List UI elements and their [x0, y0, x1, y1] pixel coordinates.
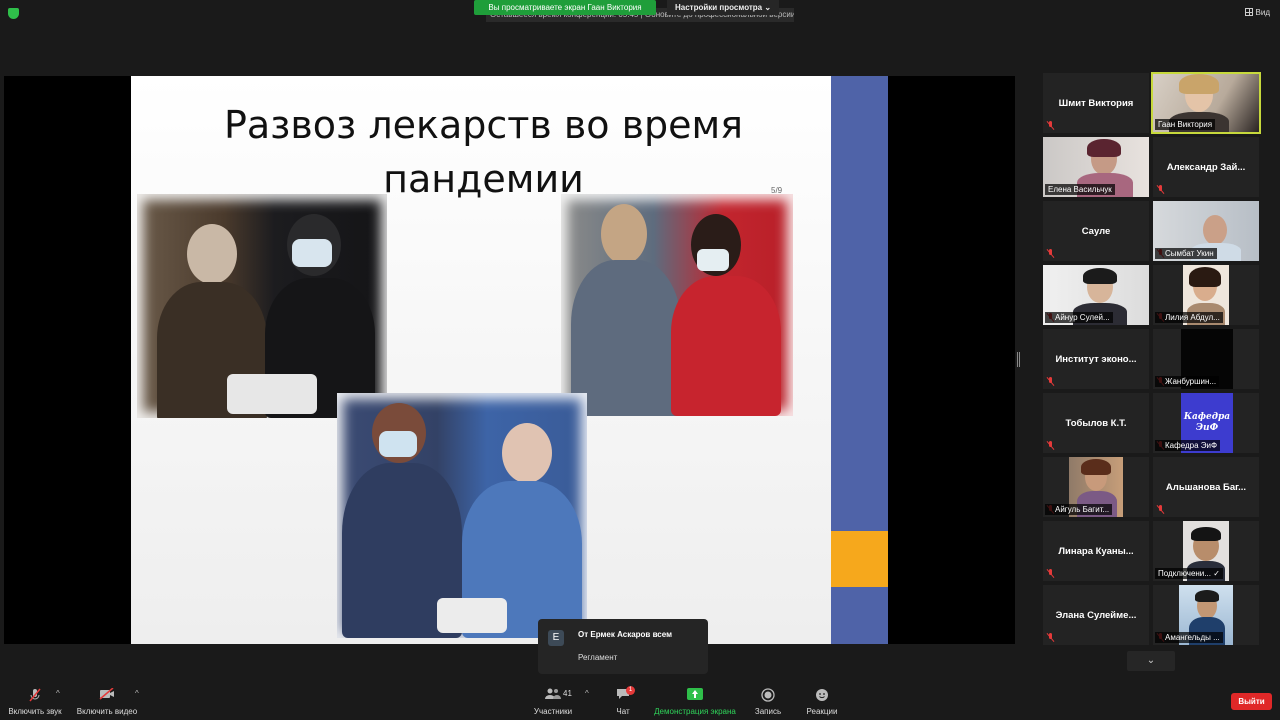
- slide-photo-elderly-woman: [337, 393, 587, 638]
- participants-options-caret[interactable]: ^: [585, 689, 589, 698]
- participant-tile[interactable]: Амангельды ...: [1153, 585, 1259, 645]
- chat-sender: От Ермек Аскаров всем: [578, 630, 672, 639]
- participant-tile[interactable]: Айнур Сулей...: [1043, 265, 1149, 325]
- chat-notification[interactable]: Е От Ермек Аскаров всем Регламент: [538, 619, 708, 674]
- video-options-caret[interactable]: ^: [135, 689, 139, 698]
- participant-name: Кафедра ЭиФ: [1155, 440, 1221, 451]
- mic-off-icon: [1157, 185, 1164, 194]
- slide-title: Развоз лекарств во время пандемии: [223, 103, 743, 201]
- mic-off-icon: [1047, 569, 1054, 578]
- participant-tile[interactable]: Айгуль Багит...: [1043, 457, 1149, 517]
- participant-name: Элана Сулейме...: [1055, 609, 1137, 621]
- mic-off-icon: [1047, 441, 1054, 450]
- participant-name: Институт эконо...: [1055, 353, 1137, 365]
- chat-unread-badge: 1: [626, 686, 635, 695]
- participant-tile[interactable]: Институт эконо...: [1043, 329, 1149, 389]
- participant-tile[interactable]: Шмит Виктория: [1043, 73, 1149, 133]
- participant-tile[interactable]: Альшанова Баг...: [1153, 457, 1259, 517]
- mic-off-icon: [29, 688, 41, 702]
- department-logo-text: Кафедра ЭиФ: [1183, 412, 1231, 433]
- participant-name: Тобылов К.Т.: [1065, 417, 1127, 429]
- participant-name: Подключени... ✓: [1155, 568, 1223, 579]
- participants-icon: [545, 688, 561, 699]
- sender-avatar: Е: [548, 630, 564, 646]
- participant-name: Линара Куаны...: [1058, 545, 1134, 557]
- slide-photo-elderly-man: [137, 194, 387, 418]
- presentation-slide: Развоз лекарств во время пандемии 5/9: [131, 76, 831, 644]
- participant-name: Амангельды ...: [1155, 632, 1223, 643]
- view-settings-menu[interactable]: Настройки просмотра ⌄: [667, 0, 780, 15]
- participant-tile[interactable]: Тобылов К.Т.: [1043, 393, 1149, 453]
- grid-view-icon: [1244, 8, 1253, 16]
- mic-off-icon: [1047, 377, 1054, 386]
- view-button[interactable]: Вид: [1244, 8, 1270, 17]
- participants-label: Участники: [533, 707, 573, 716]
- share-screen-button[interactable]: Демонстрация экрана: [652, 680, 738, 720]
- view-label: Вид: [1255, 8, 1270, 17]
- reactions-icon: [816, 689, 828, 701]
- chat-button[interactable]: 1 Чат: [605, 680, 641, 720]
- participant-name: Лилия Абдул...: [1155, 312, 1223, 323]
- participant-tile[interactable]: Александр Зай...: [1153, 137, 1259, 197]
- participant-tile[interactable]: Лилия Абдул...: [1153, 265, 1259, 325]
- participant-name: Айгуль Багит...: [1045, 504, 1113, 515]
- video-off-icon: [99, 688, 114, 700]
- participants-button[interactable]: 41 Участники: [530, 680, 576, 720]
- record-button[interactable]: Запись: [748, 680, 788, 720]
- share-screen-icon: [687, 688, 703, 700]
- participant-tile[interactable]: Подключени... ✓: [1153, 521, 1259, 581]
- chat-message: Регламент: [578, 653, 618, 662]
- participant-name: Сауле: [1081, 225, 1111, 237]
- reactions-label: Реакции: [806, 707, 838, 716]
- record-label: Запись: [754, 707, 782, 716]
- encryption-shield-icon[interactable]: [8, 8, 19, 19]
- panel-resize-handle[interactable]: [1017, 352, 1020, 367]
- leave-meeting-button[interactable]: Выйти: [1231, 693, 1272, 710]
- participant-name: Альшанова Баг...: [1165, 481, 1247, 493]
- chevron-down-icon: ⌄: [764, 3, 772, 12]
- audio-options-caret[interactable]: ^: [56, 689, 60, 698]
- chevron-down-icon: ⌄: [1146, 655, 1156, 666]
- participant-name: Елена Васильчук: [1045, 184, 1115, 195]
- mic-off-icon: [1047, 633, 1054, 642]
- chat-label: Чат: [616, 707, 630, 716]
- unmute-label: Включить звук: [8, 707, 62, 716]
- viewing-screen-banner: Вы просматриваете экран Гаан Виктория: [474, 0, 656, 15]
- participants-count: 41: [563, 689, 572, 698]
- participant-name: Александр Зай...: [1166, 161, 1246, 173]
- participant-tile[interactable]: Линара Куаны...: [1043, 521, 1149, 581]
- reactions-button[interactable]: Реакции: [801, 680, 843, 720]
- start-video-label: Включить видео: [76, 707, 138, 716]
- mic-off-icon: [1047, 121, 1054, 130]
- gallery-scroll-down-button[interactable]: ⌄: [1127, 651, 1175, 671]
- participant-tile[interactable]: Жанбуршин...: [1153, 329, 1259, 389]
- participant-tile[interactable]: Елена Васильчук: [1043, 137, 1149, 197]
- participant-tile[interactable]: Кафедра ЭиФ Кафедра ЭиФ: [1153, 393, 1259, 453]
- unmute-button[interactable]: Включить звук: [4, 680, 66, 720]
- start-video-button[interactable]: Включить видео: [74, 680, 140, 720]
- mic-off-icon: [1047, 249, 1054, 258]
- participant-tile-active-speaker[interactable]: Гаан Виктория: [1151, 72, 1261, 134]
- participant-name: Айнур Сулей...: [1045, 312, 1113, 323]
- participant-name: Жанбуршин...: [1155, 376, 1220, 387]
- participant-tile[interactable]: Сауле: [1043, 201, 1149, 261]
- participant-name: Гаан Виктория: [1155, 119, 1216, 130]
- participant-tile[interactable]: Сымбат Укин: [1153, 201, 1259, 261]
- participant-name: Шмит Виктория: [1058, 97, 1134, 109]
- meeting-toolbar: Включить звук ^ Включить видео ^ 41 Учас…: [0, 680, 1280, 720]
- record-icon: [761, 688, 775, 702]
- check-icon: ✓: [1213, 569, 1220, 578]
- slide-photo-volunteer: [561, 194, 793, 416]
- slide-accent-block: [831, 531, 888, 587]
- mic-off-icon: [1157, 505, 1164, 514]
- view-settings-label: Настройки просмотра: [675, 3, 763, 12]
- share-screen-label: Демонстрация экрана: [654, 707, 736, 716]
- participant-name: Сымбат Укин: [1155, 248, 1217, 259]
- participant-tile[interactable]: Элана Сулейме...: [1043, 585, 1149, 645]
